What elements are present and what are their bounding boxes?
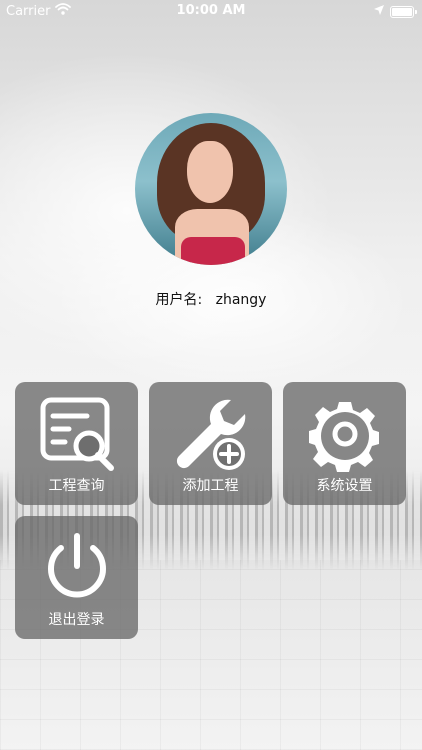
status-right-group [374,4,417,19]
logout-button[interactable]: 退出登录 [15,516,138,639]
username-value: zhangy [215,292,267,308]
username-label: 用户名: [155,292,203,308]
system-settings-button[interactable]: 系统设置 [283,382,406,505]
battery-icon [390,5,417,18]
logout-label: 退出登录 [48,612,105,628]
gear-icon [308,402,379,472]
add-project-label: 添加工程 [182,478,239,494]
project-query-label: 工程查询 [48,478,105,494]
status-bar: Carrier 10:00 AM [0,0,422,22]
location-arrow-icon [374,4,384,19]
add-project-button[interactable]: 添加工程 [149,382,272,505]
username: 用户名: zhangy [0,289,422,309]
system-settings-label: 系统设置 [316,478,373,494]
avatar[interactable] [135,113,287,265]
project-query-button[interactable]: 工程查询 [15,382,138,505]
document-search-icon [40,397,114,471]
wrench-add-icon [176,399,245,470]
status-time: 10:00 AM [176,3,246,18]
power-icon [47,533,106,598]
